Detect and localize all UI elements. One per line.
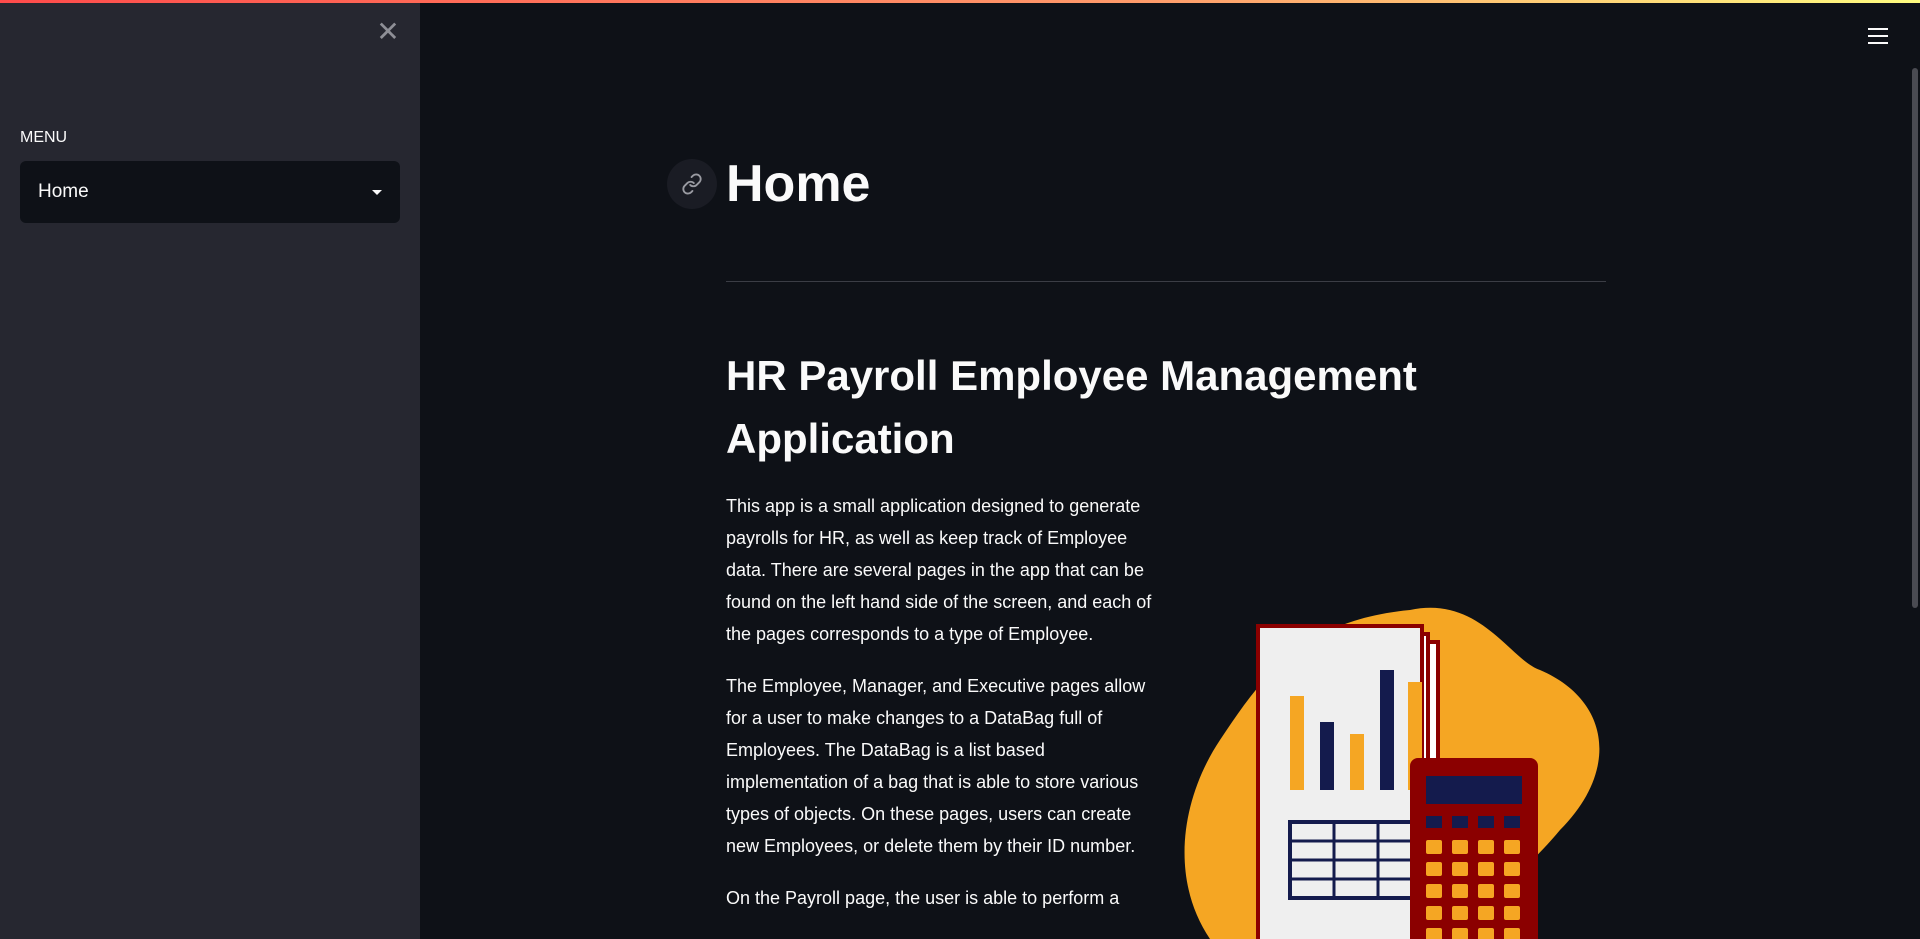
app-heading: HR Payroll Employee Management Applicati… (726, 352, 1417, 462)
page-select-dropdown[interactable]: Home (20, 161, 400, 223)
sidebar: ✕ MENU Home (0, 0, 420, 939)
description-text: This app is a small application designed… (726, 490, 1166, 934)
top-decoration-bar (0, 0, 1920, 3)
chevron-down-icon (372, 189, 382, 195)
paragraph-databag: The Employee, Manager, and Executive pag… (726, 676, 1146, 856)
paragraph-payroll: On the Payroll page, the user is able to… (726, 888, 1120, 908)
sidebar-close-icon[interactable]: ✕ (372, 16, 404, 48)
paragraph-intro: This app is a small application designed… (726, 496, 1152, 644)
divider (726, 281, 1606, 282)
link-icon[interactable] (667, 159, 717, 209)
page-select-value: Home (38, 181, 89, 202)
hamburger-menu-icon[interactable] (1868, 24, 1892, 48)
page-title: Home (726, 155, 871, 213)
payroll-illustration (1180, 600, 1610, 939)
menu-label: MENU (20, 129, 68, 146)
main-scrollbar[interactable] (1912, 68, 1918, 608)
main-content: Home HR Payroll Employee Management Appl… (420, 0, 1920, 939)
